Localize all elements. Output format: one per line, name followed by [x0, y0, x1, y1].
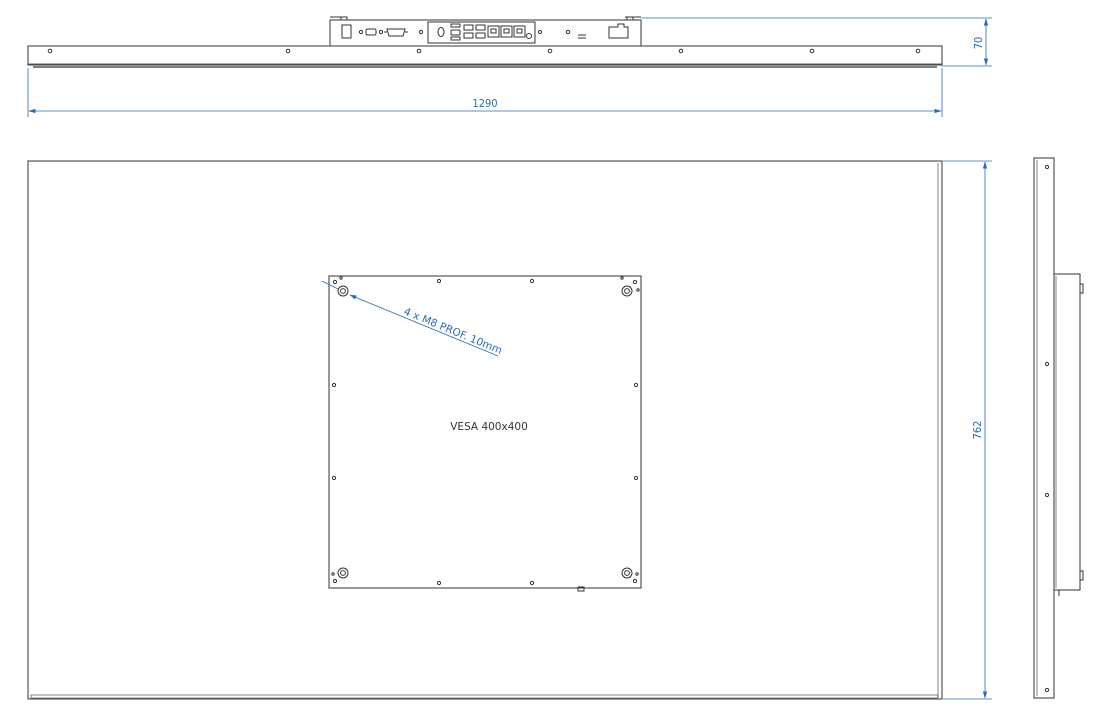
vesa-plate [328, 275, 642, 592]
depth-dimension-label: 70 [972, 37, 985, 50]
vesa-label: VESA 400x400 [450, 421, 528, 433]
technical-drawing: 1290 70 4 x M8 PROF. 10mm VESA 400x400 7… [27, 16, 1084, 700]
height-dimension-label: 762 [971, 421, 984, 440]
io-panel [329, 16, 642, 47]
height-dimension [943, 160, 992, 700]
side-view [1033, 157, 1084, 699]
width-dimension-label: 1290 [472, 97, 497, 110]
top-view [27, 16, 943, 68]
